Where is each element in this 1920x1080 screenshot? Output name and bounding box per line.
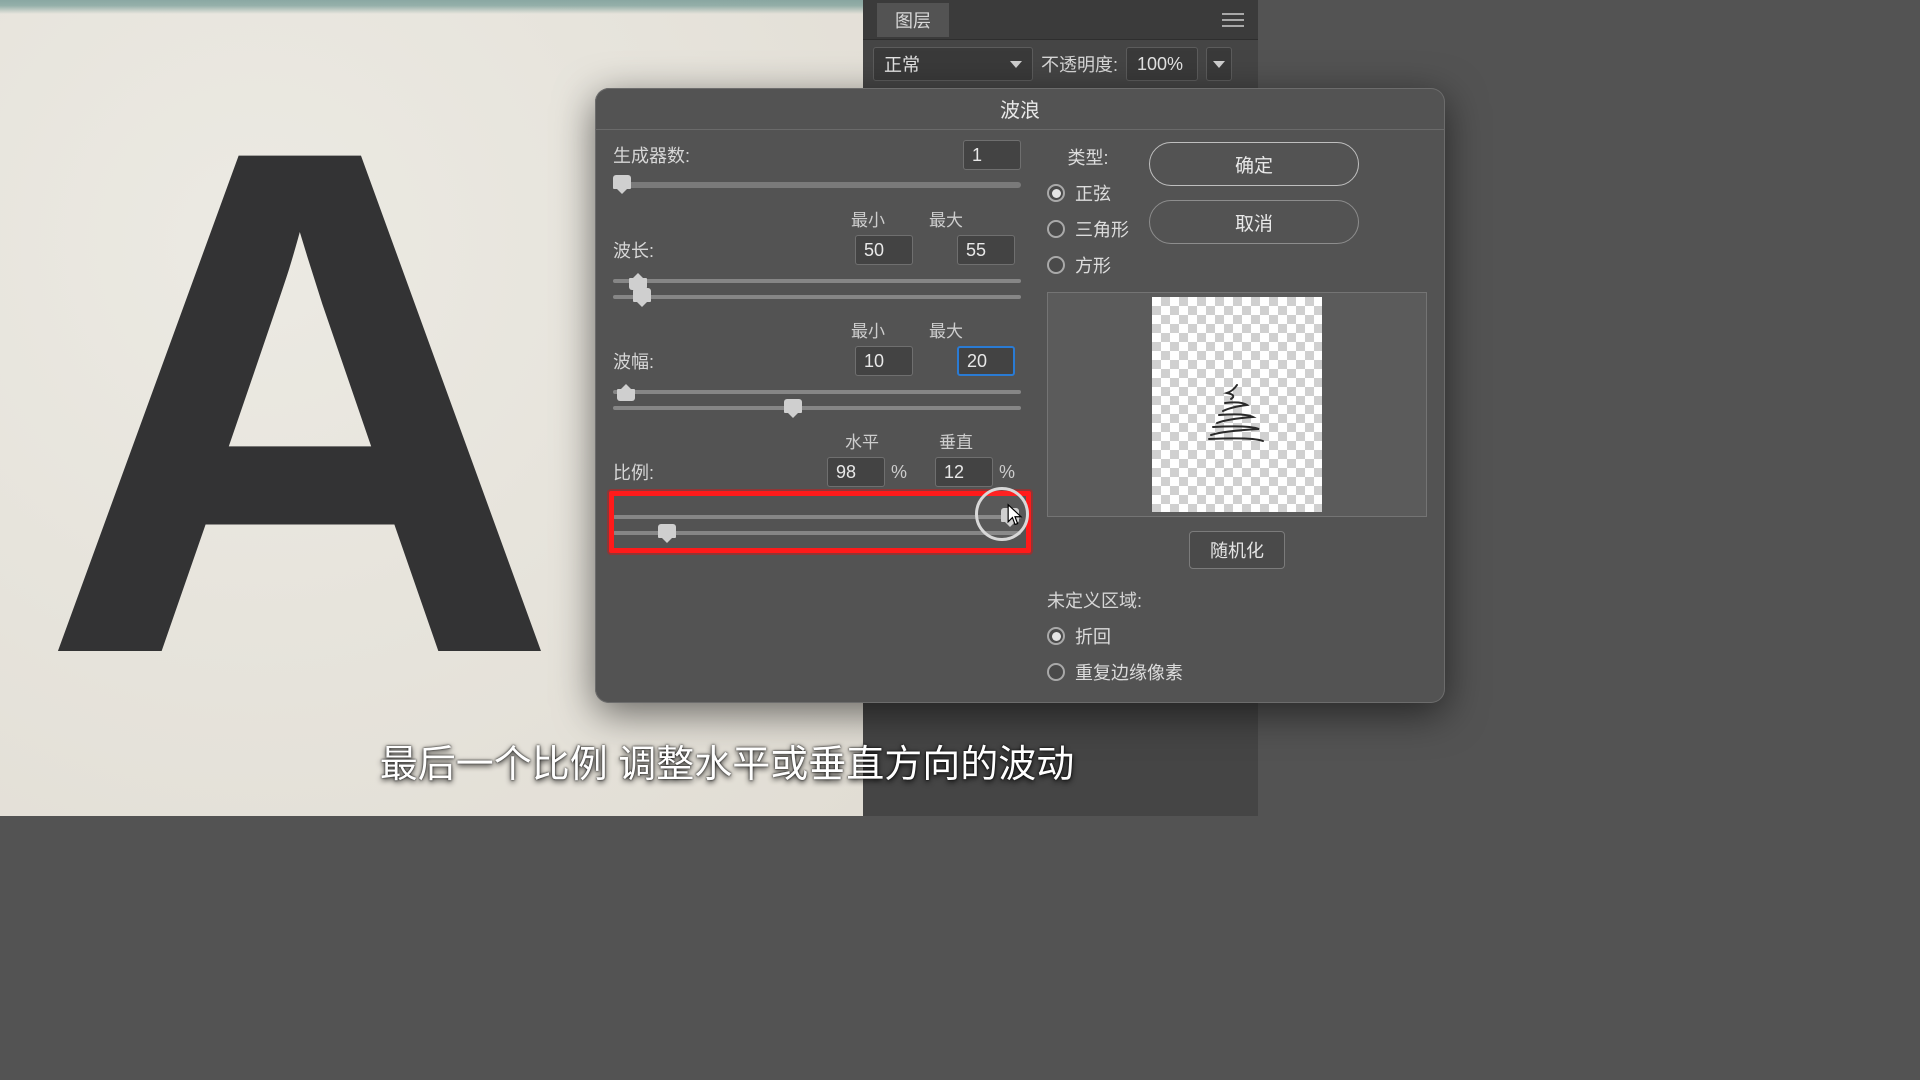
chevron-down-icon — [1213, 61, 1225, 68]
wavelength-label: 波长: — [613, 237, 673, 263]
wavelength-min-slider[interactable] — [613, 279, 1021, 283]
panel-menu-icon[interactable] — [1222, 13, 1244, 27]
wavelength-min-input[interactable]: 50 — [855, 235, 913, 265]
randomize-button[interactable]: 随机化 — [1189, 531, 1285, 569]
type-triangle-radio[interactable]: 三角形 — [1047, 216, 1129, 242]
layers-tab[interactable]: 图层 — [877, 3, 949, 37]
amplitude-label: 波幅: — [613, 348, 673, 374]
amplitude-min-slider[interactable] — [613, 390, 1021, 394]
radio-icon — [1047, 663, 1065, 681]
opacity-stepper[interactable] — [1206, 47, 1232, 81]
wavelength-max-label: 最大 — [929, 206, 963, 231]
scale-label: 比例: — [613, 459, 673, 485]
wavelength-min-label: 最小 — [851, 206, 885, 231]
dialog-title: 波浪 — [595, 88, 1445, 130]
radio-icon — [1047, 220, 1065, 238]
layers-panel-header: 图层 — [863, 0, 1258, 40]
preview-wave-letter — [1197, 377, 1277, 467]
preview-checker — [1152, 297, 1322, 512]
preview-box — [1047, 292, 1427, 517]
type-title: 类型: — [1047, 144, 1129, 170]
scale-h-slider[interactable] — [613, 515, 1021, 519]
percent-sign: % — [999, 462, 1015, 483]
opacity-value: 100% — [1137, 54, 1183, 75]
generators-label: 生成器数: — [613, 142, 690, 168]
type-sine-radio[interactable]: 正弦 — [1047, 180, 1129, 206]
generators-slider[interactable] — [613, 182, 1021, 188]
radio-icon — [1047, 256, 1065, 274]
percent-sign: % — [891, 462, 907, 483]
wavelength-max-slider[interactable] — [613, 295, 1021, 299]
amplitude-max-label: 最大 — [929, 317, 963, 342]
wavelength-max-input[interactable]: 55 — [957, 235, 1015, 265]
undefined-area-title: 未定义区域: — [1047, 587, 1427, 613]
type-section: 类型: 正弦 三角形 方形 — [1047, 144, 1129, 278]
generators-input[interactable]: 1 — [963, 140, 1021, 170]
radio-icon — [1047, 627, 1065, 645]
wave-dialog: 波浪 生成器数: 1 最小 最大 波长: — [595, 88, 1445, 703]
amplitude-min-label: 最小 — [851, 317, 885, 342]
chevron-down-icon — [1010, 61, 1022, 68]
layers-options-row: 正常 不透明度: 100% — [863, 40, 1258, 88]
type-square-radio[interactable]: 方形 — [1047, 252, 1129, 278]
radio-icon — [1047, 184, 1065, 202]
blend-mode-select[interactable]: 正常 — [873, 47, 1033, 81]
dialog-right-column: 类型: 正弦 三角形 方形 确定 取消 — [1047, 140, 1427, 689]
opacity-label: 不透明度: — [1041, 51, 1118, 77]
dialog-left-column: 生成器数: 1 最小 最大 波长: 50 55 — [613, 140, 1021, 689]
amplitude-max-input[interactable]: 20 — [957, 346, 1015, 376]
undef-wrap-radio[interactable]: 折回 — [1047, 623, 1427, 649]
scale-v-input[interactable]: 12 — [935, 457, 993, 487]
undef-repeat-radio[interactable]: 重复边缘像素 — [1047, 659, 1427, 685]
ok-button[interactable]: 确定 — [1149, 142, 1359, 186]
scale-h-input[interactable]: 98 — [827, 457, 885, 487]
opacity-value-box[interactable]: 100% — [1126, 47, 1198, 81]
scale-v-label: 垂直 — [939, 428, 973, 453]
amplitude-max-slider[interactable] — [613, 406, 1021, 410]
canvas-letter-a: A — [40, 60, 660, 744]
scale-h-label: 水平 — [845, 428, 879, 453]
blend-mode-value: 正常 — [884, 51, 920, 77]
undefined-area-section: 未定义区域: 折回 重复边缘像素 — [1047, 587, 1427, 685]
scale-v-slider[interactable] — [613, 531, 1021, 535]
tutorial-subtitle: 最后一个比例 调整水平或垂直方向的波动 — [380, 733, 1075, 788]
tutorial-highlight — [609, 491, 1031, 553]
cancel-button[interactable]: 取消 — [1149, 200, 1359, 244]
amplitude-min-input[interactable]: 10 — [855, 346, 913, 376]
